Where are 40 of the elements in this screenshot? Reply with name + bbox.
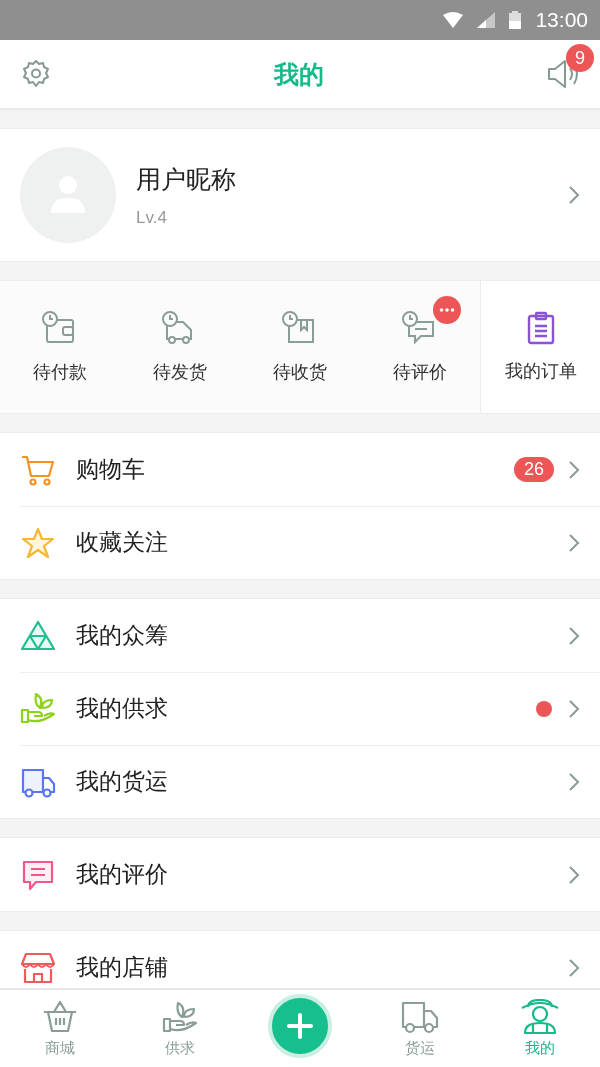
plus-icon	[287, 1013, 313, 1039]
menu-item[interactable]: 我的货运	[0, 745, 600, 818]
chevron-right-icon	[568, 771, 580, 792]
user-nickname: 用户昵称	[136, 163, 237, 196]
menu-item[interactable]: 购物车 26	[0, 433, 600, 506]
battery-icon	[509, 11, 522, 29]
chevron-right-icon	[568, 625, 580, 646]
wifi-icon	[443, 12, 464, 28]
truck-icon	[400, 999, 440, 1035]
order-status-item[interactable]: 待付款	[0, 281, 120, 413]
plant-hand-icon	[20, 691, 56, 726]
chevron-right-icon	[568, 698, 580, 719]
shop-awning-icon	[20, 950, 56, 985]
order-status-item[interactable]: 待评价	[360, 281, 480, 413]
user-level: Lv.4	[136, 207, 168, 228]
status-time: 13:00	[535, 8, 588, 32]
chevron-right-icon	[568, 185, 580, 205]
menu-item[interactable]: 收藏关注	[0, 506, 600, 579]
chevron-right-icon	[568, 957, 580, 978]
menu-item[interactable]: 我的店铺	[0, 931, 600, 988]
menu-item[interactable]: 我的供求	[0, 672, 600, 745]
clipboard-icon	[525, 311, 556, 345]
notification-badge: 9	[566, 44, 594, 72]
order-status-item[interactable]: 待发货	[120, 281, 240, 413]
order-status-item[interactable]: 待收货	[240, 281, 360, 413]
star-icon	[20, 525, 56, 560]
menu-item[interactable]: 我的众筹	[0, 599, 600, 672]
all-orders-button[interactable]: 我的订单	[480, 281, 600, 413]
settings-icon[interactable]	[20, 58, 52, 90]
farmer-icon	[520, 999, 560, 1035]
signal-icon	[477, 12, 496, 28]
chevron-right-icon	[568, 864, 580, 885]
triangle-icon	[20, 618, 56, 653]
profile-card[interactable]: 用户昵称 Lv.4	[0, 128, 600, 262]
count-badge: 26	[513, 457, 554, 482]
chevron-right-icon	[568, 459, 580, 480]
chevron-right-icon	[568, 532, 580, 553]
page-title: 我的	[274, 58, 324, 91]
menu-item[interactable]: 我的评价	[0, 838, 600, 911]
plant-hand-icon	[160, 999, 200, 1035]
